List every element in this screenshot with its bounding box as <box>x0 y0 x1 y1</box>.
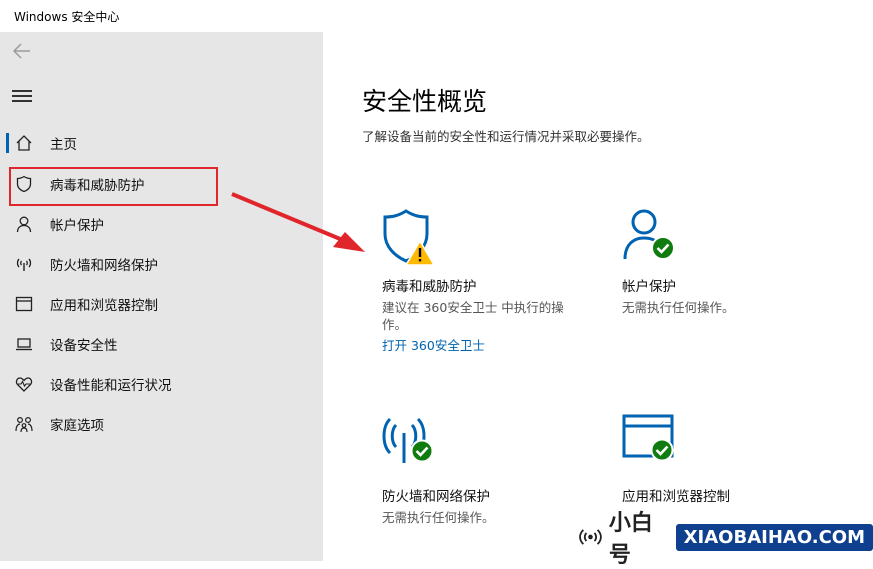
card-description: 无需执行任何操作。 <box>622 300 735 315</box>
radio-wave-icon <box>579 529 602 545</box>
person-check-icon <box>622 207 792 275</box>
page-title: 安全性概览 <box>362 87 488 116</box>
card-title: 防火墙和网络保护 <box>382 489 490 505</box>
card-title: 帐户保护 <box>622 279 676 295</box>
brand-name: 小白号 <box>608 511 653 568</box>
open-360-link[interactable]: 打开 360安全卫士 <box>382 335 582 354</box>
brand-url: XIAOBAIHAO.COM <box>675 523 873 551</box>
browser-check-icon <box>622 413 812 485</box>
card-title: 病毒和威胁防护 <box>382 279 477 295</box>
brand-watermark: 小白号 XIAOBAIHAO.COM <box>578 511 873 568</box>
wifi-check-icon <box>382 413 572 485</box>
card-title: 应用和浏览器控制 <box>622 489 730 505</box>
card-description: 无需执行任何操作。 <box>382 510 495 525</box>
card-app-browser-control[interactable]: 应用和浏览器控制 <box>622 413 812 505</box>
card-virus-protection[interactable]: 病毒和威胁防护 建议在 360安全卫士 中执行的操作。 打开 360安全卫士 <box>382 207 582 354</box>
shield-warning-icon <box>382 207 582 275</box>
page-subtitle: 了解设备当前的安全性和运行情况并采取必要操作。 <box>362 129 650 144</box>
card-account-protection[interactable]: 帐户保护 无需执行任何操作。 <box>622 207 792 316</box>
card-description: 建议在 360安全卫士 中执行的操作。 <box>382 300 564 332</box>
card-firewall[interactable]: 防火墙和网络保护 无需执行任何操作。 <box>382 413 572 526</box>
